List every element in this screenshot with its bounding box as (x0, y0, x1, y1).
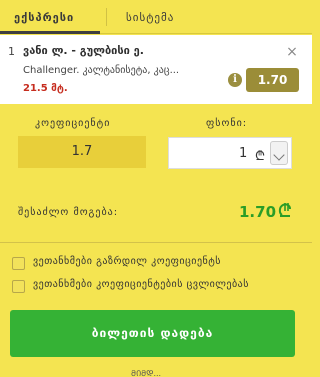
tab-divider (106, 8, 107, 26)
tab-express[interactable]: ექსპრესი (14, 0, 74, 34)
accept-odds-change-label: ვეთანხმები კოეფიციენტების ცვლილებას (33, 279, 249, 290)
odds-badge: 1.70 (246, 68, 299, 92)
bet-title: ვანი ლ. - გულბისი ე. (23, 44, 144, 57)
info-icon[interactable]: i (228, 73, 242, 87)
tab-system[interactable]: სისტემა (126, 0, 174, 34)
coefficient-value: 1.7 (18, 136, 146, 168)
coefficient-label: კოეფიციენტი (35, 118, 111, 129)
stake-label: ფსონი: (206, 118, 248, 129)
accept-higher-odds-checkbox[interactable] (12, 257, 25, 270)
chevron-down-icon (273, 149, 285, 161)
potential-win-label: შესაძლო მოგება: (18, 207, 119, 218)
bet-market: Challenger. კალტანისეტა, კაც... (23, 65, 180, 76)
stake-input[interactable]: 1 ₾ (168, 137, 292, 169)
accept-higher-odds-label: ვეთანხმები გაზრდილ კოეფიციენტს (33, 256, 222, 267)
footer-partial-text: ᲛᲘᲛᲓ... (131, 369, 162, 377)
bet-time: 21.5 მტ. (23, 83, 68, 94)
accept-odds-change-checkbox[interactable] (12, 280, 25, 293)
accept-higher-odds-option[interactable]: ვეთანხმები გაზრდილ კოეფიციენტს (12, 256, 302, 272)
tab-express-underline (0, 31, 100, 34)
bet-index: 1 (8, 45, 15, 58)
stake-dropdown-button[interactable] (270, 141, 288, 165)
potential-win-amount: 1.70 (239, 203, 277, 221)
stake-value: 1 (239, 146, 248, 161)
close-icon[interactable]: × (285, 45, 299, 59)
betslip-tabs: ექსპრესი სისტემა (0, 0, 312, 34)
stake-currency: ₾ (255, 149, 266, 164)
divider (0, 242, 312, 243)
accept-odds-change-option[interactable]: ვეთანხმები კოეფიციენტების ცვლილებას (12, 279, 302, 295)
lari-icon (278, 203, 291, 217)
place-bet-button[interactable]: ბილეთის დადება (10, 310, 295, 357)
